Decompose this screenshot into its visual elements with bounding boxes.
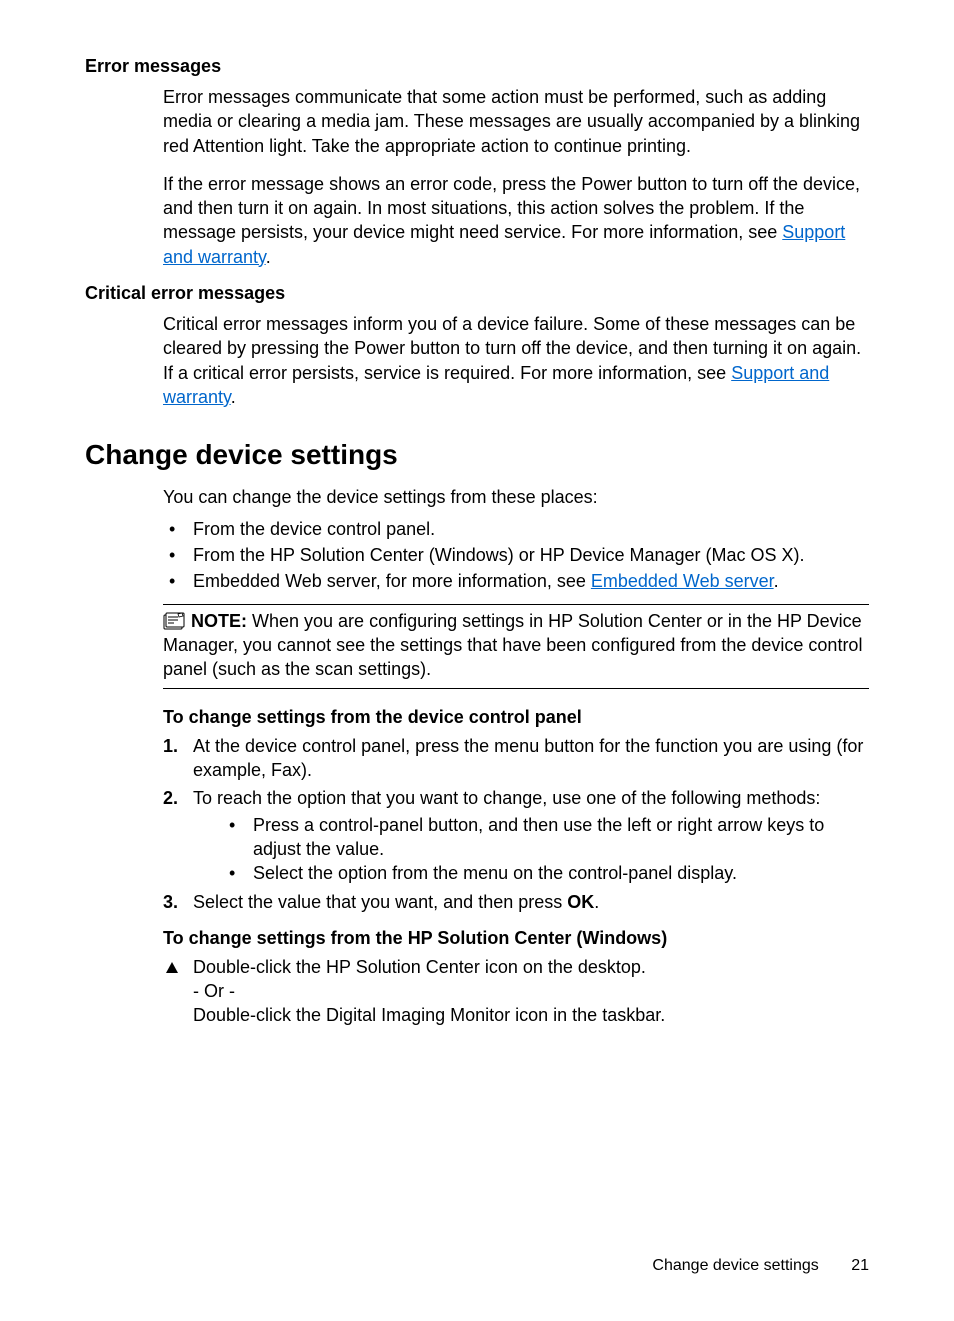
embedded-web-server-link[interactable]: Embedded Web server [591, 571, 774, 591]
page-number: 21 [851, 1257, 869, 1274]
error-messages-p1: Error messages communicate that some act… [85, 85, 869, 158]
change-intro: You can change the device settings from … [85, 485, 869, 509]
inner-list: Press a control-panel button, and then u… [193, 813, 869, 886]
change-device-settings-heading: Change device settings [85, 439, 869, 471]
critical-error-heading: Critical error messages [85, 283, 869, 304]
list-item: 2.To reach the option that you want to c… [163, 786, 869, 885]
list-item: 3.Select the value that you want, and th… [163, 890, 869, 914]
text-span: Double-click the HP Solution Center icon… [193, 957, 646, 977]
control-panel-steps: 1.At the device control panel, press the… [85, 734, 869, 914]
error-messages-p2: If the error message shows an error code… [85, 172, 869, 269]
critical-error-p1: Critical error messages inform you of a … [85, 312, 869, 409]
text-span: - Or - [193, 981, 235, 1001]
text-span: Select the value that you want, and then… [193, 892, 567, 912]
note-label: NOTE: [191, 611, 247, 631]
note-icon [163, 612, 185, 630]
note-block: NOTE: When you are configuring settings … [163, 604, 869, 689]
list-item: Press a control-panel button, and then u… [223, 813, 869, 862]
list-item: 1.At the device control panel, press the… [163, 734, 869, 783]
text-span: At the device control panel, press the m… [193, 736, 863, 780]
triangle-icon [165, 957, 179, 981]
text-span: Embedded Web server, for more informatio… [193, 571, 591, 591]
list-item: From the device control panel. [163, 516, 869, 542]
ok-text: OK [567, 892, 594, 912]
page-footer: Change device settings 21 [652, 1257, 869, 1275]
solution-center-steps: Double-click the HP Solution Center icon… [85, 955, 869, 1028]
sub-control-panel: To change settings from the device contr… [163, 707, 869, 728]
footer-text: Change device settings [652, 1257, 818, 1274]
text-span: If the error message shows an error code… [163, 174, 860, 243]
change-bullet-list: From the device control panel. From the … [85, 516, 869, 594]
text-span: . [594, 892, 599, 912]
list-item: Double-click the HP Solution Center icon… [163, 955, 869, 1028]
list-item: From the HP Solution Center (Windows) or… [163, 542, 869, 568]
text-span: To reach the option that you want to cha… [193, 788, 820, 808]
text-span: . [774, 571, 779, 591]
list-item: Embedded Web server, for more informatio… [163, 568, 869, 594]
text-span: Double-click the Digital Imaging Monitor… [193, 1005, 665, 1025]
text-span: . [266, 247, 271, 267]
list-item: Select the option from the menu on the c… [223, 861, 869, 885]
error-messages-heading: Error messages [85, 56, 869, 77]
sub-solution-center: To change settings from the HP Solution … [163, 928, 869, 949]
note-body: When you are configuring settings in HP … [163, 611, 862, 680]
text-span: . [231, 387, 236, 407]
